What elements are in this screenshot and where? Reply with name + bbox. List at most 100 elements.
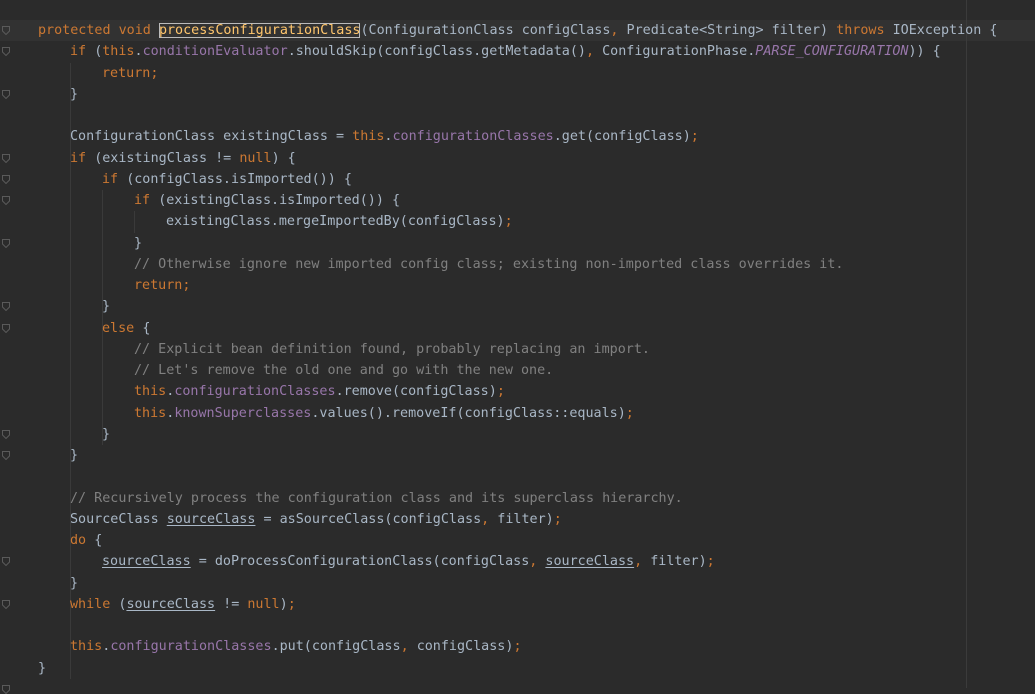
code-line[interactable]: ConfigurationClass existingClass = this.… bbox=[38, 126, 997, 147]
fold-marker-icon[interactable] bbox=[2, 47, 10, 57]
code-line[interactable]: } bbox=[38, 84, 997, 105]
code-token: ; bbox=[287, 596, 296, 612]
code-line[interactable]: if (this.conditionEvaluator.shouldSkip(c… bbox=[38, 41, 997, 62]
code-token: , bbox=[610, 23, 627, 38]
editor-gutter bbox=[0, 0, 14, 694]
code-token: , bbox=[529, 554, 546, 570]
code-token: // Explicit bean definition found, proba… bbox=[134, 341, 650, 357]
fold-marker-icon[interactable] bbox=[2, 302, 10, 312]
code-token: .remove(configClass) bbox=[335, 384, 497, 400]
code-token: do bbox=[70, 533, 95, 548]
code-line[interactable]: } bbox=[38, 233, 997, 254]
fold-marker-icon[interactable] bbox=[2, 429, 10, 439]
fold-marker-icon[interactable] bbox=[2, 26, 10, 35]
code-line[interactable]: do { bbox=[38, 530, 997, 551]
fold-marker-icon[interactable] bbox=[2, 599, 10, 609]
code-line[interactable]: } bbox=[38, 445, 997, 466]
code-line[interactable] bbox=[38, 466, 997, 487]
code-token: .put(configClass bbox=[271, 639, 401, 655]
code-line[interactable]: this.knownSuperclasses.values().removeIf… bbox=[38, 403, 997, 424]
code-line[interactable] bbox=[38, 105, 997, 126]
code-token: null bbox=[247, 596, 280, 612]
code-token: // Otherwise ignore new imported config … bbox=[134, 256, 844, 272]
code-token: , bbox=[400, 639, 417, 655]
code-line[interactable]: } bbox=[38, 658, 997, 679]
fold-marker-icon[interactable] bbox=[2, 89, 10, 99]
code-token: conditionEvaluator bbox=[142, 44, 288, 60]
code-line[interactable]: existingClass.mergeImportedBy(configClas… bbox=[38, 211, 997, 232]
code-token: .shouldSkip(configClass.getMetadata() bbox=[287, 44, 586, 60]
code-line[interactable]: } bbox=[38, 573, 997, 594]
code-line[interactable]: } bbox=[38, 296, 997, 317]
code-line[interactable]: if (existingClass != null) { bbox=[38, 148, 997, 169]
code-token: } bbox=[70, 86, 79, 102]
code-token: = asSourceClass(configClass bbox=[255, 511, 482, 527]
code-token: != bbox=[215, 596, 248, 612]
code-token: sourceClass bbox=[545, 554, 635, 570]
code-line[interactable]: if (configClass.isImported()) { bbox=[38, 169, 997, 190]
code-line[interactable]: while (sourceClass != null); bbox=[38, 594, 997, 615]
code-token: knownSuperclasses bbox=[174, 405, 312, 421]
fold-marker-icon[interactable] bbox=[2, 174, 10, 184]
code-token: } bbox=[70, 575, 79, 591]
code-token: } bbox=[102, 426, 111, 442]
code-token: ; bbox=[496, 384, 505, 400]
code-token: this bbox=[70, 639, 103, 655]
code-token: this bbox=[134, 384, 167, 400]
code-line[interactable]: SourceClass sourceClass = asSourceClass(… bbox=[38, 509, 997, 530]
code-line[interactable]: sourceClass = doProcessConfigurationClas… bbox=[38, 551, 997, 572]
code-line[interactable]: // Let's remove the old one and go with … bbox=[38, 360, 997, 381]
code-area[interactable]: protected void processConfigurationClass… bbox=[38, 20, 997, 679]
code-token: ; bbox=[706, 554, 715, 570]
code-line[interactable] bbox=[38, 615, 997, 636]
code-token: if bbox=[134, 193, 159, 208]
fold-marker-icon[interactable] bbox=[2, 323, 10, 333]
code-token: this bbox=[102, 44, 135, 60]
code-token: (existingClass.isImported()) { bbox=[158, 193, 401, 208]
code-line[interactable]: } bbox=[38, 424, 997, 445]
fold-marker-icon[interactable] bbox=[2, 153, 10, 163]
code-token: } bbox=[70, 448, 79, 463]
code-token: ; bbox=[690, 129, 699, 145]
code-line[interactable]: else { bbox=[38, 318, 997, 339]
code-token: , bbox=[634, 554, 651, 570]
code-token: // Recursively process the configuration… bbox=[70, 490, 683, 506]
code-token: , bbox=[585, 44, 603, 60]
fold-marker-icon[interactable] bbox=[2, 238, 10, 248]
code-token: if bbox=[70, 44, 95, 60]
code-token: ; bbox=[504, 214, 513, 230]
code-line[interactable]: // Otherwise ignore new imported config … bbox=[38, 254, 997, 275]
code-line[interactable]: this.configurationClasses.remove(configC… bbox=[38, 381, 997, 402]
code-token: ; bbox=[625, 405, 634, 421]
code-token: ; bbox=[513, 639, 522, 655]
code-token: (configClass.isImported()) { bbox=[126, 171, 352, 187]
code-token: else bbox=[102, 320, 143, 336]
code-line[interactable]: return; bbox=[38, 275, 997, 296]
code-editor[interactable]: protected void processConfigurationClass… bbox=[0, 0, 1035, 694]
code-line[interactable]: return; bbox=[38, 63, 997, 84]
code-token: filter) bbox=[650, 554, 707, 570]
code-line[interactable]: this.configurationClasses.put(configClas… bbox=[38, 636, 997, 657]
code-line[interactable]: // Explicit bean definition found, proba… bbox=[38, 339, 997, 360]
code-token: .get(configClass) bbox=[553, 129, 691, 145]
code-line[interactable]: protected void processConfigurationClass… bbox=[38, 20, 997, 41]
code-token: if bbox=[70, 150, 95, 166]
code-token: IOException { bbox=[892, 23, 998, 38]
code-token: configurationClasses bbox=[174, 384, 336, 400]
fold-marker-icon[interactable] bbox=[2, 451, 10, 460]
fold-marker-icon[interactable] bbox=[2, 684, 10, 694]
code-token: configurationClasses bbox=[110, 639, 272, 655]
fold-marker-icon[interactable] bbox=[2, 196, 10, 205]
code-token: ConfigurationPhase. bbox=[602, 44, 756, 60]
fold-marker-icon[interactable] bbox=[2, 557, 10, 567]
code-token: configClass) bbox=[416, 639, 514, 655]
code-token: PARSE_CONFIGURATION bbox=[755, 44, 909, 60]
code-line[interactable]: // Recursively process the configuration… bbox=[38, 488, 997, 509]
code-token: sourceClass bbox=[166, 511, 256, 527]
code-token: .values().removeIf(configClass::equals) bbox=[311, 405, 626, 421]
code-token: } bbox=[102, 299, 111, 315]
code-token: (ConfigurationClass configClass bbox=[360, 23, 611, 38]
code-token: { bbox=[142, 320, 151, 336]
code-token: ConfigurationClass existingClass = bbox=[70, 129, 353, 145]
code-line[interactable]: if (existingClass.isImported()) { bbox=[38, 190, 997, 211]
